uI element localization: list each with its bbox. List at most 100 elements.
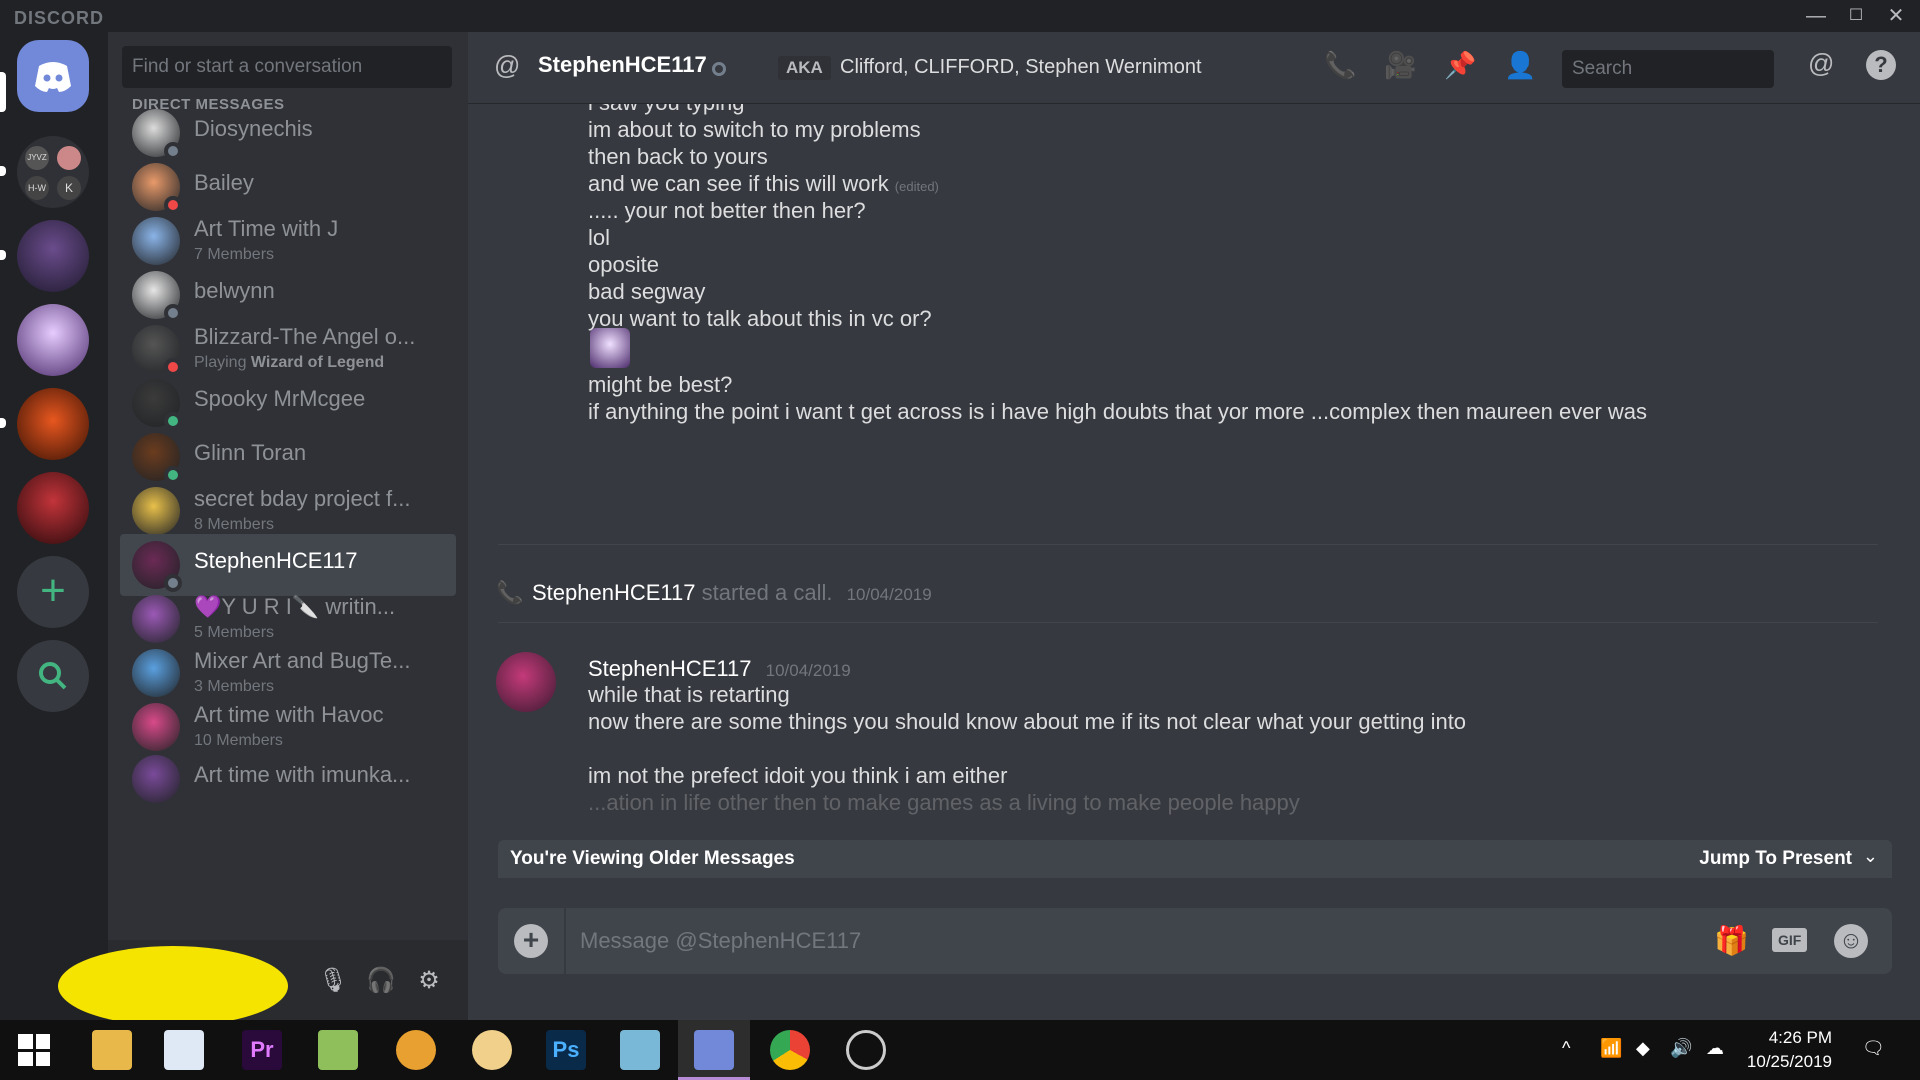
explore-button[interactable] <box>17 640 89 712</box>
avatar[interactable] <box>496 652 556 712</box>
message-line: lol <box>588 225 610 251</box>
message-input[interactable]: Message @StephenHCE117 <box>580 928 861 954</box>
add-server-button[interactable]: + <box>17 556 89 628</box>
dm-item[interactable]: Spooky MrMcgee <box>120 372 456 434</box>
upload-plus-icon[interactable]: + <box>514 924 548 958</box>
app-logo: DISCORD <box>14 8 105 28</box>
voice-call-icon[interactable]: 📞 <box>1324 50 1356 81</box>
divider <box>498 544 1878 545</box>
dm-activity: Playing Wizard of Legend <box>194 354 384 372</box>
chevron-up-icon[interactable]: ^ <box>1562 1038 1570 1059</box>
dm-name: Spooky MrMcgee <box>194 386 366 411</box>
message-line: im about to switch to my problems <box>588 117 921 143</box>
settings-gear-icon[interactable]: ⚙ <box>414 966 444 996</box>
minimize-button[interactable]: — <box>1796 0 1836 32</box>
pinned-messages-icon[interactable]: 📌 <box>1444 50 1476 81</box>
message-text: you want to talk about this in vc or? <box>588 306 932 331</box>
unread-indicator <box>0 166 6 176</box>
help-icon[interactable]: ? <box>1866 50 1896 80</box>
video-call-icon[interactable]: 🎥 <box>1384 50 1416 81</box>
microphone-icon[interactable]: 🎙 <box>318 966 348 996</box>
chrome-icon[interactable] <box>770 1030 810 1070</box>
message-text: im about to switch to my problems <box>588 117 921 142</box>
dm-subtitle: 3 Members <box>194 678 275 695</box>
timestamp: 10/04/2019 <box>846 585 932 604</box>
app-icon[interactable] <box>318 1030 358 1070</box>
dm-item[interactable]: Blizzard-The Angel o... Playing Wizard of… <box>120 318 456 380</box>
app-icon[interactable] <box>620 1030 660 1070</box>
dm-item[interactable]: 💜Y U R I🔪 writin... 5 Members <box>120 588 456 650</box>
file-explorer-icon[interactable] <box>92 1030 132 1070</box>
wifi-icon[interactable]: 📶 <box>1600 1038 1622 1059</box>
dm-item[interactable]: Art Time with J 7 Members <box>120 210 456 272</box>
avatar <box>132 217 180 265</box>
gift-icon[interactable]: 🎁 <box>1714 924 1749 957</box>
emoji-icon[interactable]: ☺ <box>1834 924 1868 958</box>
add-friend-icon[interactable]: 👤 <box>1504 50 1536 81</box>
discord-taskbar-icon[interactable] <box>694 1030 734 1070</box>
message-text: then back to yours <box>588 144 768 169</box>
headphones-icon[interactable]: 🎧 <box>366 966 396 996</box>
dm-name: 💜Y U R I🔪 writin... <box>194 594 396 619</box>
dm-name: secret bday project f... <box>194 486 411 511</box>
guild-icon[interactable] <box>17 472 89 544</box>
dm-item[interactable]: secret bday project f... 8 Members <box>120 480 456 542</box>
gif-icon[interactable]: GIF <box>1772 928 1808 952</box>
start-icon[interactable] <box>18 1034 50 1066</box>
maximize-button[interactable]: ☐ <box>1836 0 1876 32</box>
premiere-icon[interactable]: Pr <box>242 1030 282 1070</box>
activity-game: Wizard of Legend <box>250 354 385 371</box>
search-input[interactable]: Search <box>1562 50 1774 88</box>
dm-name: Glinn Toran <box>194 440 307 465</box>
system-message: StephenHCE117 started a call. 10/04/2019 <box>532 580 932 606</box>
home-button[interactable] <box>17 40 89 112</box>
message-line: now there are some things you should kno… <box>588 709 1467 734</box>
dm-item[interactable]: Art time with imunka... <box>120 748 456 810</box>
close-button[interactable]: ✕ <box>1876 0 1916 32</box>
aka-names: Clifford, CLIFFORD, Stephen Wernimont <box>840 56 1202 78</box>
dm-item[interactable]: Mixer Art and BugTe... 3 Members <box>120 642 456 704</box>
guild-folder[interactable]: JYVZ H-W K <box>17 136 89 208</box>
message-author[interactable]: StephenHCE117 <box>588 656 752 681</box>
clock[interactable]: 4:26 PM 10/25/2019 <box>1747 1026 1832 1074</box>
plus-icon: + <box>40 566 66 615</box>
message-line: and we can see if this will work (edited) <box>588 171 939 197</box>
dm-item[interactable]: Glinn Toran <box>120 426 456 488</box>
jump-to-present-button[interactable]: Jump To Present <box>1699 848 1852 870</box>
message-line: might be best? <box>588 372 732 398</box>
dm-name: belwynn <box>194 278 275 303</box>
message-header: StephenHCE117 10/04/2019 <box>588 656 851 682</box>
dm-item[interactable]: Bailey <box>120 156 456 218</box>
app-icon[interactable] <box>164 1030 204 1070</box>
cloud-icon[interactable]: ☁ <box>1706 1038 1724 1059</box>
message-text: might be best? <box>588 372 733 397</box>
guild-icon[interactable] <box>17 388 89 460</box>
find-conversation-input[interactable]: Find or start a conversation <box>122 46 452 88</box>
photoshop-icon[interactable]: Ps <box>546 1030 586 1070</box>
dm-name: Blizzard-The Angel o... <box>194 324 416 349</box>
message-line: you want to talk about this in vc or? <box>588 306 932 332</box>
avatar <box>132 487 180 535</box>
paint-icon[interactable] <box>472 1030 512 1070</box>
dm-subtitle: 5 Members <box>194 624 275 641</box>
mentions-icon[interactable]: @ <box>1808 48 1834 79</box>
dropbox-icon[interactable]: ◆ <box>1636 1038 1650 1059</box>
aka-badge: AKA <box>778 56 831 80</box>
guild-icon[interactable] <box>17 304 89 376</box>
chevron-down-icon[interactable]: ⌄ <box>1863 846 1878 867</box>
dm-item[interactable]: StephenHCE117 <box>120 534 456 596</box>
guild-icon[interactable] <box>17 220 89 292</box>
volume-icon[interactable]: 🔊 <box>1670 1038 1692 1059</box>
system-author[interactable]: StephenHCE117 <box>532 580 696 605</box>
activity-prefix: Playing <box>194 354 251 371</box>
message-line: im not the prefect idoit you think i am … <box>588 763 1008 788</box>
obs-icon[interactable] <box>846 1030 886 1070</box>
dm-item[interactable]: belwynn <box>120 264 456 326</box>
dm-name: Art time with Havoc <box>194 702 384 727</box>
unread-indicator <box>0 418 6 428</box>
app-icon[interactable] <box>396 1030 436 1070</box>
divider <box>498 622 1878 623</box>
message-text: lol <box>588 225 611 250</box>
notifications-icon[interactable]: 🗨 <box>1862 1038 1885 1059</box>
dm-item[interactable]: Diosynechis <box>120 102 456 164</box>
